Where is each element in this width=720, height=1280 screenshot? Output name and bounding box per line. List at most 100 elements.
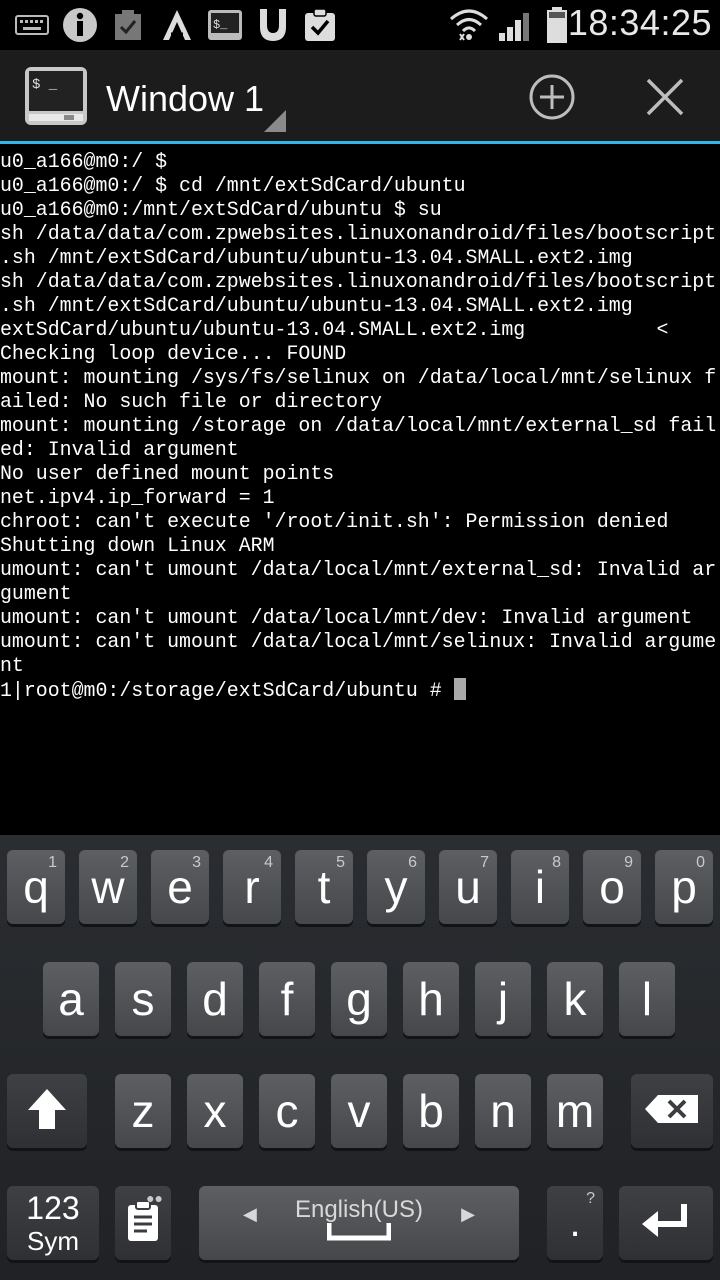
key-z[interactable]: z [115, 1074, 171, 1148]
sym-key-label-1: 123 [26, 1190, 80, 1226]
key-label: z [131, 1085, 155, 1137]
key-label: g [346, 973, 372, 1025]
shield-icon [254, 6, 292, 44]
window-spinner-corner[interactable] [264, 110, 286, 132]
key-label: d [202, 973, 228, 1025]
key-label: t [317, 861, 331, 913]
key-r[interactable]: r4 [223, 850, 281, 924]
enter-key[interactable] [619, 1186, 713, 1260]
key-q[interactable]: q1 [7, 850, 65, 924]
key-e[interactable]: e3 [151, 850, 209, 924]
terminal-line: .sh /mnt/extSdCard/ubuntu/ubuntu-13.04.S… [0, 294, 633, 317]
terminal-line: umount: can't umount /data/local/mnt/sel… [0, 630, 717, 653]
space-key[interactable]: ◀ English(US) ▶ [199, 1186, 519, 1260]
key-a[interactable]: a [43, 962, 99, 1036]
key-hint: 9 [624, 854, 633, 871]
terminal-notification-icon: $_ [206, 6, 244, 44]
key-u[interactable]: u7 [439, 850, 497, 924]
period-key[interactable]: . ? [547, 1186, 603, 1260]
terminal-line: gument [0, 582, 72, 605]
key-hint: 0 [696, 854, 705, 871]
status-bar: $_ 18:34:25 [0, 0, 720, 50]
terminal-prompt-line[interactable]: 1|root@m0:/storage/extSdCard/ubuntu # [0, 678, 720, 702]
key-hint: 8 [552, 854, 561, 871]
key-label: m [555, 1085, 595, 1137]
key-label: j [497, 973, 509, 1025]
key-label: a [58, 973, 84, 1025]
key-c[interactable]: c [259, 1074, 315, 1148]
key-hint: 6 [408, 854, 417, 871]
terminal-line: No user defined mount points [0, 462, 335, 485]
terminal-line: chroot: can't execute '/root/init.sh': P… [0, 510, 669, 533]
key-g[interactable]: g [331, 962, 387, 1036]
backspace-key[interactable] [631, 1074, 713, 1148]
key-label: k [563, 973, 587, 1025]
key-label: q [23, 861, 49, 913]
key-x[interactable]: x [187, 1074, 243, 1148]
key-label: f [280, 973, 294, 1025]
terminal-line: u0_a166@m0:/ $ [0, 150, 168, 173]
key-label: r [244, 861, 260, 913]
key-label: o [599, 861, 625, 913]
terminal-output[interactable]: u0_a166@m0:/ $ u0_a166@m0:/ $ cd /mnt/ex… [0, 150, 720, 835]
window-title[interactable]: Window 1 [106, 78, 264, 120]
key-f[interactable]: f [259, 962, 315, 1036]
key-k[interactable]: k [547, 962, 603, 1036]
key-label: l [641, 973, 653, 1025]
terminal-line: net.ipv4.ip_forward = 1 [0, 486, 275, 509]
key-label: b [418, 1085, 444, 1137]
key-hint: 7 [480, 854, 489, 871]
add-window-icon[interactable] [527, 72, 577, 122]
terminal-line: .sh /mnt/extSdCard/ubuntu/ubuntu-13.04.S… [0, 246, 633, 269]
key-hint: 1 [48, 854, 57, 871]
key-b[interactable]: b [403, 1074, 459, 1148]
key-s[interactable]: s [115, 962, 171, 1036]
key-y[interactable]: y6 [367, 850, 425, 924]
sym-key-label-2: Sym [27, 1226, 79, 1256]
key-o[interactable]: o9 [583, 850, 641, 924]
key-p[interactable]: p0 [655, 850, 713, 924]
terminal-line: u0_a166@m0:/mnt/extSdCard/ubuntu $ su [0, 198, 442, 221]
action-bar: $ _ Window 1 [0, 50, 720, 144]
terminal-prompt: 1|root@m0:/storage/extSdCard/ubuntu # [0, 679, 454, 702]
shift-key[interactable] [7, 1074, 87, 1148]
key-label: y [384, 861, 408, 913]
clipboard-key[interactable]: ●● [115, 1186, 171, 1260]
key-j[interactable]: j [475, 962, 531, 1036]
terminal-line: u0_a166@m0:/ $ cd /mnt/extSdCard/ubuntu [0, 174, 466, 197]
key-l[interactable]: l [619, 962, 675, 1036]
aurora-icon [160, 6, 194, 44]
key-label: i [534, 861, 546, 913]
key-hint: ? [586, 1190, 595, 1207]
terminal-line: umount: can't umount /data/local/mnt/dev… [0, 606, 693, 629]
key-label: u [455, 861, 481, 913]
terminal-cursor [453, 678, 466, 700]
key-t[interactable]: t5 [295, 850, 353, 924]
clipboard-check-icon [302, 6, 338, 44]
terminal-line: extSdCard/ubuntu/ubuntu-13.04.SMALL.ext2… [0, 318, 669, 341]
key-i[interactable]: i8 [511, 850, 569, 924]
key-label: v [347, 1085, 371, 1137]
key-hint: 3 [192, 854, 201, 871]
key-label: n [490, 1085, 516, 1137]
sym-key[interactable]: 123 Sym [7, 1186, 99, 1260]
key-label: p [671, 861, 697, 913]
terminal-line: umount: can't umount /data/local/mnt/ext… [0, 558, 717, 581]
key-label: h [418, 973, 444, 1025]
terminal-line: Shutting down Linux ARM [0, 534, 275, 557]
close-window-icon[interactable] [640, 72, 690, 122]
key-v[interactable]: v [331, 1074, 387, 1148]
keyboard-icon [14, 6, 50, 44]
svg-text:$_: $_ [213, 18, 228, 32]
key-m[interactable]: m [547, 1074, 603, 1148]
key-d[interactable]: d [187, 962, 243, 1036]
key-label: . [569, 1200, 581, 1245]
soft-keyboard: q1 w2 e3 r4 t5 y6 u7 i8 o9 p0 a s d f g … [0, 835, 720, 1280]
key-label: x [203, 1085, 227, 1137]
key-h[interactable]: h [403, 962, 459, 1036]
terminal-app-icon[interactable]: $ _ [24, 66, 88, 128]
key-n[interactable]: n [475, 1074, 531, 1148]
mic-icon: ●● [146, 1190, 163, 1206]
shift-icon [25, 1086, 69, 1137]
key-w[interactable]: w2 [79, 850, 137, 924]
